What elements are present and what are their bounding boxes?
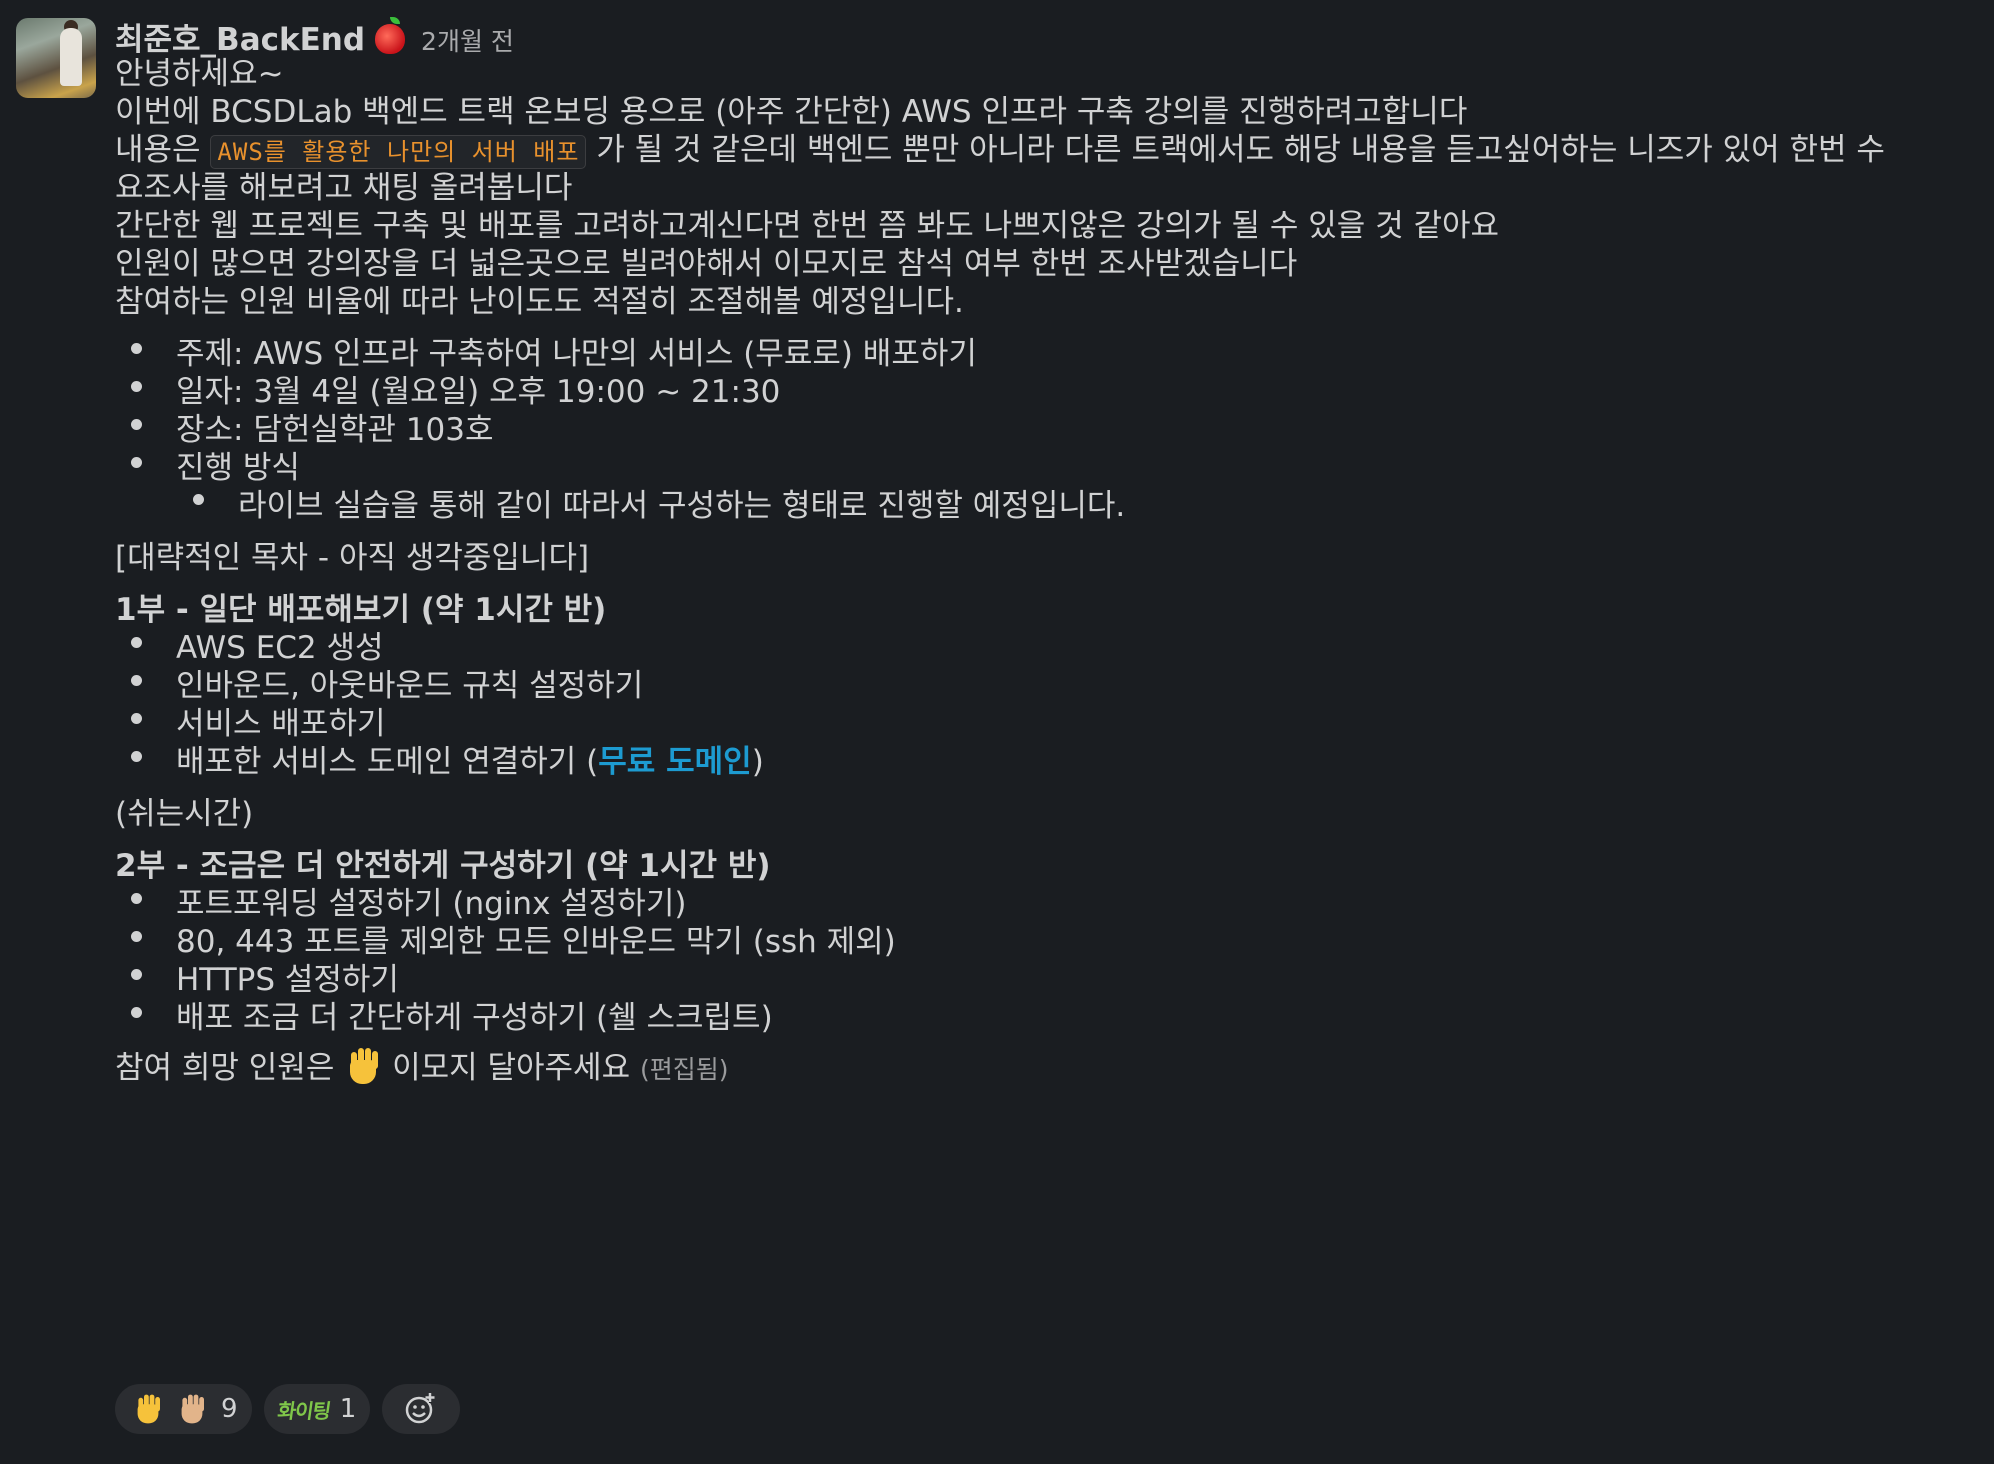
reaction-count: 1	[339, 1394, 357, 1424]
list-item-prefix: 배포한 서비스 도메인 연결하기 (	[176, 744, 599, 780]
bullet-dot	[131, 343, 142, 354]
message-timestamp[interactable]: 2개월 전	[421, 22, 514, 58]
reaction-raised-hand[interactable]: 9	[115, 1384, 252, 1434]
reaction-fighting[interactable]: 화이팅 1	[263, 1384, 371, 1434]
break-text: (쉬는시간)	[115, 796, 254, 832]
list-item-text: 배포 조금 더 간단하게 구성하기 (쉘 스크립트)	[176, 1000, 773, 1036]
bullet-circle	[193, 494, 204, 505]
add-reaction-icon	[406, 1393, 435, 1424]
bullet-dot	[131, 419, 142, 430]
list-item-suffix: )	[751, 744, 764, 780]
closing-prefix: 참여 희망 인원은	[115, 1050, 335, 1086]
apple-status-icon	[375, 17, 406, 54]
raised-hand-icon	[344, 1046, 382, 1086]
fighting-emoji: 화이팅	[275, 1398, 332, 1423]
closing-line: 참여 희망 인원은 이모지 달아주세요 (편집됨)	[115, 1042, 728, 1087]
bullet-dot	[131, 893, 142, 904]
free-domain-link[interactable]: 무료 도메인	[598, 744, 751, 780]
reaction-count: 9	[221, 1394, 238, 1424]
message-line: 참여하는 인원 비율에 따라 난이도도 적절히 조절해볼 예정입니다.	[115, 284, 964, 320]
list-item-text: 라이브 실습을 통해 같이 따라서 구성하는 형태로 진행할 예정입니다.	[238, 488, 1126, 524]
bullet-dot	[131, 713, 142, 724]
bullet-dot	[131, 931, 142, 942]
bullet-dot	[131, 457, 142, 468]
list-item-text: 배포한 서비스 도메인 연결하기 (무료 도메인)	[176, 736, 764, 781]
bullet-dot	[131, 675, 142, 686]
edited-label: (편집됨)	[639, 1055, 729, 1084]
bullet-dot	[131, 1007, 142, 1018]
content-suffix: 가 될 것 같은데 백엔드 뿐만 아니라 다른 트랙에서도 해당 내용을 듣고싶…	[596, 132, 1885, 168]
add-reaction-button[interactable]	[382, 1384, 461, 1434]
closing-suffix: 이모지 달아주세요	[392, 1050, 631, 1086]
bullet-dot	[131, 381, 142, 392]
reactions-bar: 9 화이팅 1	[115, 1384, 461, 1434]
raised-hand-icon	[133, 1393, 163, 1425]
bullet-dot	[131, 969, 142, 980]
message-avatar[interactable]	[16, 18, 96, 98]
toc-title: [대략적인 목차 - 아직 생각중입니다]	[115, 540, 590, 576]
raised-hand-icon	[177, 1393, 207, 1425]
bullet-dot	[131, 637, 142, 648]
bullet-dot	[131, 751, 142, 762]
